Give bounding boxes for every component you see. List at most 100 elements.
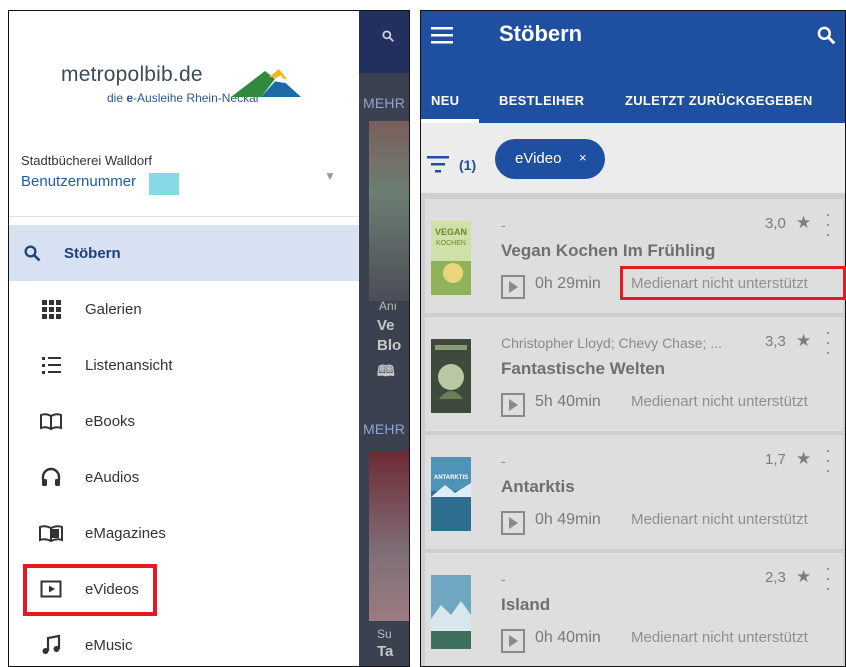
play-icon[interactable] <box>501 393 525 417</box>
item-author: - <box>501 217 506 233</box>
page-title: Stöbern <box>499 21 583 46</box>
svg-text:ANTARKTIS: ANTARKTIS <box>434 475 468 481</box>
background-more-link: MEHR <box>363 421 406 437</box>
filter-bar <box>421 123 845 193</box>
cover-image: ANTARKTIS <box>431 457 471 531</box>
logo-mark-icon <box>231 69 301 97</box>
more-options-icon[interactable]: · · · <box>825 323 831 361</box>
headphones-icon <box>41 467 61 486</box>
left-screenshot: MEHR Anı Ve Blo 🕮 MEHR Su Ta metropolbib… <box>8 10 410 667</box>
item-title: Vegan Kochen Im Frühling <box>501 241 716 260</box>
background-app: MEHR Anı Ve Blo 🕮 MEHR Su Ta <box>359 11 409 666</box>
star-icon: ★ <box>796 567 812 586</box>
background-text: Ve <box>377 317 395 334</box>
unsupported-highlight-box <box>620 266 846 300</box>
grid-icon <box>42 300 61 319</box>
search-icon[interactable] <box>816 25 836 45</box>
nav-item-emusic[interactable]: eMusic <box>9 617 359 666</box>
nav-item-galerien[interactable]: Galerien <box>9 281 359 337</box>
item-duration: 0h 49min <box>535 511 601 528</box>
background-text: Ta <box>377 643 394 660</box>
filter-count: (1) <box>459 157 477 173</box>
background-text: Anı <box>379 299 398 313</box>
background-search-icon <box>381 29 395 48</box>
tagline-prefix: die <box>107 91 127 105</box>
filter-icon[interactable] <box>427 155 451 173</box>
nav-item-label: Stöbern <box>64 245 121 262</box>
item-title: Island <box>501 595 551 614</box>
nav-item-emagazines[interactable]: eMagazines <box>9 505 359 561</box>
item-status: Medienart nicht unterstützt <box>631 629 808 646</box>
item-title: Antarktis <box>501 477 575 496</box>
item-status: Medienart nicht unterstützt <box>631 511 808 528</box>
item-rating: 2,3 <box>765 569 786 586</box>
nav-item-listenansicht[interactable]: Listenansicht <box>9 337 359 393</box>
nav-item-label: eMusic <box>85 637 133 654</box>
background-book-cover <box>369 451 409 621</box>
metropolbib-logo: metropolbib.de die e-Ausleihe Rhein-Neck… <box>61 63 301 111</box>
nav-item-label: eBooks <box>85 413 136 430</box>
play-icon[interactable] <box>501 511 525 535</box>
magazine-icon <box>39 525 63 543</box>
item-status: Medienart nicht unterstützt <box>631 393 808 410</box>
cover-image <box>431 575 471 649</box>
list-item[interactable]: ANTARKTIS - 1,7 ★ · · · Antarktis 0h 49min… <box>425 435 843 549</box>
svg-text:KOCHEN: KOCHEN <box>436 240 466 247</box>
right-screenshot: Stöbern NEU BESTLEIHER ZULETZT ZURÜCKGEG… <box>420 10 846 667</box>
list-item[interactable]: - 2,3 ★ · · · Island 0h 40min Medienart ni… <box>425 553 843 666</box>
item-title: Fantastische Welten <box>501 359 666 378</box>
star-icon: ★ <box>796 213 812 232</box>
background-more-link: MEHR <box>363 95 406 111</box>
more-options-icon[interactable]: · · · <box>825 441 831 479</box>
nav-item-stoebern[interactable]: Stöbern <box>9 225 359 281</box>
list-item[interactable]: Christopher Lloyd; Chevy Chase; ... 3,3 … <box>425 317 843 431</box>
item-author: - <box>501 453 506 469</box>
navigation-drawer: metropolbib.de die e-Ausleihe Rhein-Neck… <box>9 11 359 666</box>
nav-item-label: Galerien <box>85 301 142 318</box>
menu-icon[interactable] <box>431 25 453 45</box>
nav-item-label: eAudios <box>85 469 140 486</box>
item-rating: 1,7 <box>765 451 786 468</box>
nav-item-eaudios[interactable]: eAudios <box>9 449 359 505</box>
tab-neu[interactable]: NEU <box>431 93 459 108</box>
user-number-redacted <box>149 173 179 195</box>
star-icon: ★ <box>796 449 812 468</box>
nav-item-label: eMagazines <box>85 525 166 542</box>
item-rating: 3,0 <box>765 215 786 232</box>
nav-item-ebooks[interactable]: eBooks <box>9 393 359 449</box>
account-dropdown-icon[interactable]: ▼ <box>324 169 336 183</box>
close-icon[interactable]: × <box>579 150 587 165</box>
background-book-icon: 🕮 <box>377 363 395 380</box>
user-number-label[interactable]: Benutzernummer <box>21 173 136 190</box>
filter-chip-evideo[interactable]: eVideo × <box>495 139 605 179</box>
list-icon <box>42 357 61 374</box>
background-app-bar <box>359 11 409 73</box>
item-rating: 3,3 <box>765 333 786 350</box>
library-name: Stadtbücherei Walldorf <box>21 153 153 168</box>
background-book-cover <box>369 121 409 301</box>
svg-text:VEGAN: VEGAN <box>435 227 467 237</box>
drawer-divider <box>9 216 359 217</box>
nav-item-label: Listenansicht <box>85 357 173 374</box>
app-bar: Stöbern NEU BESTLEIHER ZULETZT ZURÜCKGEG… <box>421 11 845 123</box>
filter-chip-label: eVideo <box>515 150 562 167</box>
item-author: - <box>501 571 506 587</box>
star-icon: ★ <box>796 331 812 350</box>
play-icon[interactable] <box>501 629 525 653</box>
item-author: Christopher Lloyd; Chevy Chase; ... <box>501 335 722 351</box>
item-duration: 5h 40min <box>535 393 601 410</box>
play-icon[interactable] <box>501 275 525 299</box>
music-icon <box>42 634 61 654</box>
tab-bestleiher[interactable]: BESTLEIHER <box>499 93 584 108</box>
cover-image <box>431 339 471 413</box>
cover-image: VEGAN KOCHEN <box>431 221 471 295</box>
background-text: Blo <box>377 337 402 354</box>
logo-text: metropolbib.de <box>61 63 203 86</box>
more-options-icon[interactable]: · · · <box>825 559 831 597</box>
more-options-icon[interactable]: · · · <box>825 205 831 243</box>
tab-zuletzt-zurueckgegeben[interactable]: ZULETZT ZURÜCKGEGEBEN <box>625 93 813 108</box>
evideos-highlight-box <box>23 564 157 616</box>
item-duration: 0h 40min <box>535 629 601 646</box>
item-duration: 0h 29min <box>535 275 601 292</box>
book-icon <box>40 413 62 431</box>
